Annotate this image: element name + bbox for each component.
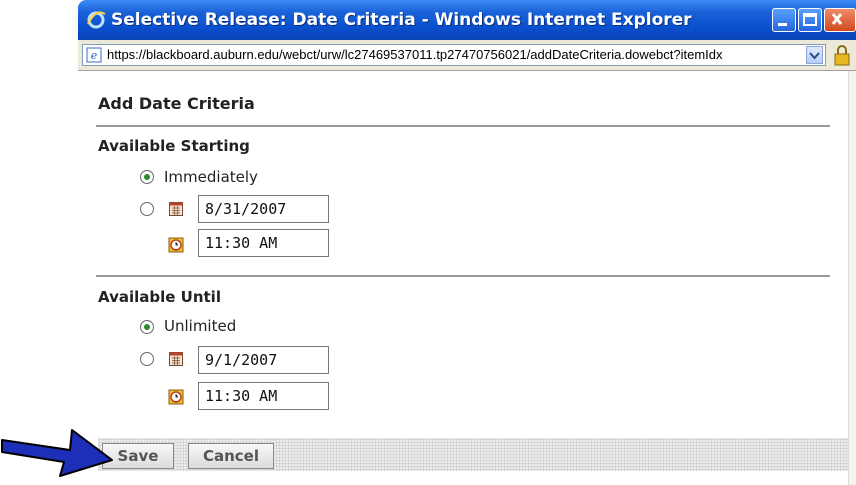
arrow-pointer-icon <box>1 429 113 477</box>
until-date-input[interactable]: 9/1/2007 <box>198 346 329 374</box>
clock-icon[interactable] <box>168 389 184 405</box>
minimize-button[interactable] <box>772 8 796 32</box>
calendar-icon[interactable] <box>169 352 183 366</box>
close-button[interactable] <box>824 8 856 32</box>
page-title: Add Date Criteria <box>98 94 255 113</box>
vertical-scrollbar[interactable] <box>848 71 856 485</box>
clock-icon[interactable] <box>168 237 184 253</box>
maximize-button[interactable] <box>798 8 822 32</box>
close-icon <box>831 13 843 25</box>
radio-unlimited[interactable] <box>140 320 154 334</box>
radio-until-date[interactable] <box>140 352 154 366</box>
minimize-icon <box>778 23 787 26</box>
browser-window: Selective Release: Date Criteria - Windo… <box>78 0 856 485</box>
address-dropdown-button[interactable] <box>806 46 823 64</box>
title-bar: Selective Release: Date Criteria - Windo… <box>78 0 856 40</box>
maximize-icon <box>803 13 817 26</box>
radio-immediately-label: Immediately <box>164 168 258 186</box>
starting-time-input[interactable]: 11:30 AM <box>198 229 329 257</box>
page-icon: e <box>86 47 102 63</box>
radio-unlimited-label: Unlimited <box>164 317 237 335</box>
available-until-heading: Available Until <box>98 288 221 306</box>
available-starting-heading: Available Starting <box>98 137 250 155</box>
address-bar: e https://blackboard.auburn.edu/webct/ur… <box>78 40 856 71</box>
dropdown-arrow-icon <box>809 52 820 60</box>
ie-logo-icon <box>87 11 106 29</box>
address-url: https://blackboard.auburn.edu/webct/urw/… <box>107 47 723 62</box>
until-time-input[interactable]: 11:30 AM <box>198 382 329 410</box>
address-field[interactable]: e https://blackboard.auburn.edu/webct/ur… <box>82 44 826 66</box>
window-title: Selective Release: Date Criteria - Windo… <box>111 10 692 30</box>
divider <box>96 125 830 127</box>
starting-date-input[interactable]: 8/31/2007 <box>198 195 329 223</box>
dialog-content: Add Date Criteria Available Starting Imm… <box>78 71 848 485</box>
radio-immediately[interactable] <box>140 170 154 184</box>
svg-text:e: e <box>91 49 98 62</box>
calendar-icon[interactable] <box>169 202 183 216</box>
cancel-button[interactable]: Cancel <box>188 443 274 469</box>
radio-starting-date[interactable] <box>140 202 154 216</box>
divider <box>96 275 830 277</box>
lock-icon[interactable] <box>833 44 851 66</box>
